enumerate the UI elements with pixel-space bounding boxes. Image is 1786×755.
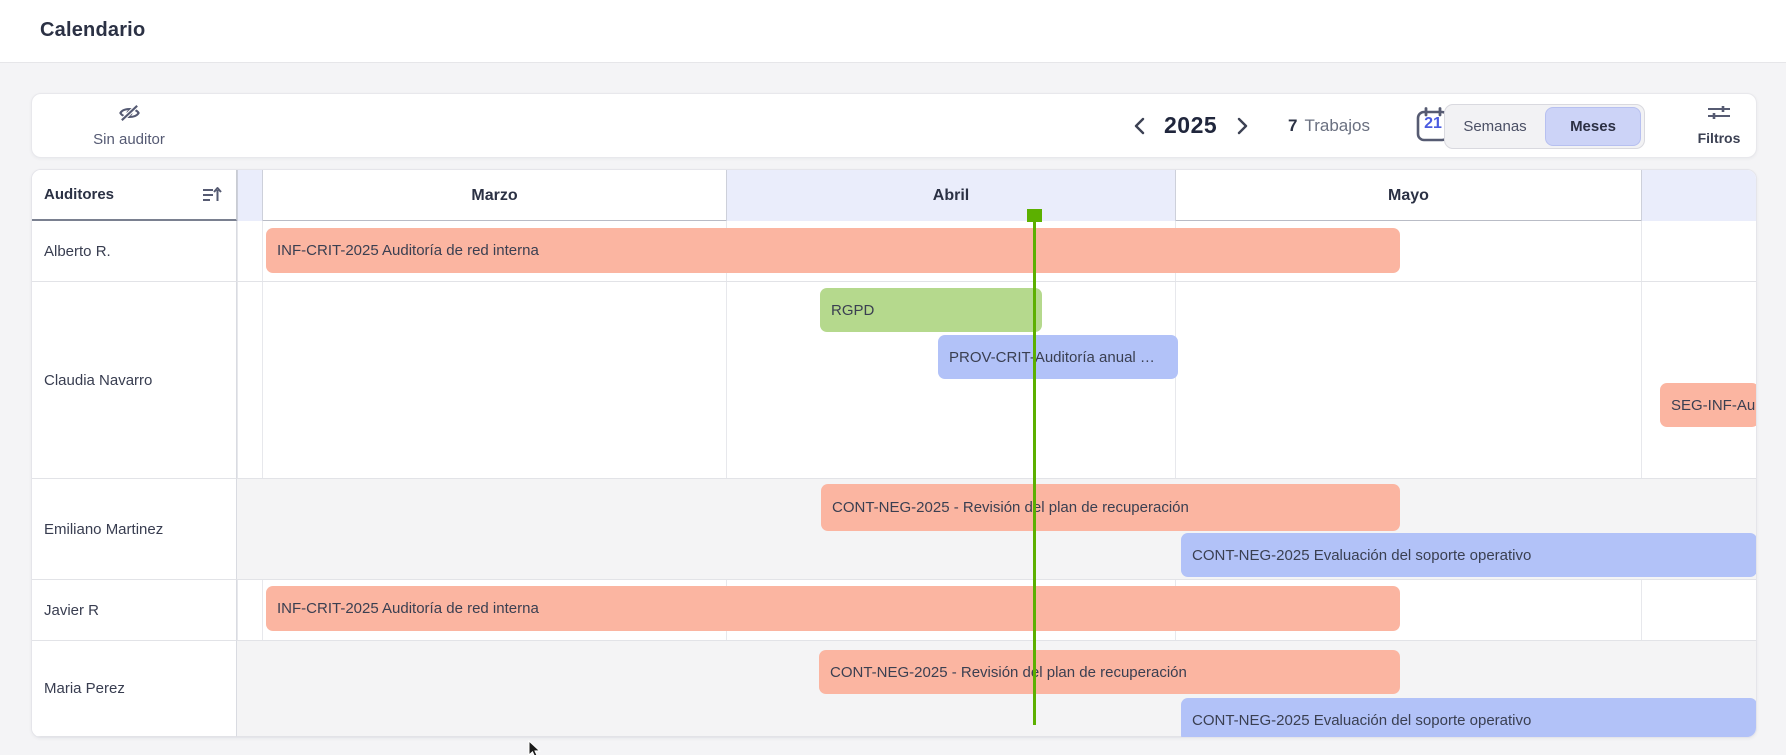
month-header-blank: [237, 170, 262, 221]
previous-year-button[interactable]: [1128, 115, 1150, 137]
page-title: Calendario: [40, 19, 145, 42]
task-bar[interactable]: RGPD: [820, 288, 1042, 332]
task-bar[interactable]: PROV-CRIT-Auditoría anual …: [938, 335, 1178, 379]
task-bar[interactable]: CONT-NEG-2025 - Revisión del plan de rec…: [819, 650, 1400, 694]
task-bar[interactable]: SEG-INF-Au: [1660, 383, 1757, 427]
jobs-counter: 7 Trabajos: [1288, 94, 1370, 157]
task-bar[interactable]: CONT-NEG-2025 Evaluación del soporte ope…: [1181, 698, 1757, 738]
toolbar-card: Sin auditor 2025 7 Trabajos 21 Semanas: [31, 93, 1757, 158]
auditor-row-alberto-r-[interactable]: Alberto R.: [32, 221, 237, 282]
month-header-abril[interactable]: Abril: [726, 170, 1175, 221]
year-label: 2025: [1164, 112, 1217, 139]
sort-icon[interactable]: [202, 186, 222, 203]
mouse-cursor: [528, 740, 541, 755]
auditor-row-emiliano-martinez[interactable]: Emiliano Martinez: [32, 479, 237, 580]
page-header: Calendario: [0, 0, 1786, 63]
jobs-count: 7: [1288, 116, 1297, 136]
filters-button[interactable]: Filtros: [1682, 94, 1756, 157]
no-auditor-toggle[interactable]: Sin auditor: [54, 100, 204, 150]
calendar-page: Calendario Sin auditor 2025: [0, 0, 1786, 755]
view-option-weeks[interactable]: Semanas: [1445, 107, 1545, 146]
auditor-row-maria-perez[interactable]: Maria Perez: [32, 641, 237, 737]
task-bar[interactable]: CONT-NEG-2025 Evaluación del soporte ope…: [1181, 533, 1757, 577]
gantt-card: Auditores MarzoAbrilMayo Alberto R. Claudi…: [31, 169, 1757, 738]
auditor-name: Javier R: [44, 602, 99, 619]
jobs-label: Trabajos: [1304, 116, 1370, 136]
sliders-icon: [1707, 105, 1731, 126]
task-bar[interactable]: CONT-NEG-2025 - Revisión del plan de rec…: [821, 484, 1400, 531]
task-bar[interactable]: INF-CRIT-2025 Auditoría de red interna: [266, 228, 1400, 273]
auditors-header-label: Auditores: [44, 186, 114, 203]
month-header-blank: [1641, 170, 1756, 221]
auditors-header-cell: Auditores: [32, 170, 237, 221]
task-bar[interactable]: INF-CRIT-2025 Auditoría de red interna: [266, 586, 1400, 631]
filters-label: Filtros: [1698, 130, 1741, 146]
auditor-name: Maria Perez: [44, 680, 125, 697]
auditor-name: Emiliano Martinez: [44, 521, 163, 538]
year-navigation: 2025: [1128, 94, 1253, 157]
view-toggle: Semanas Meses: [1444, 104, 1645, 149]
view-option-months[interactable]: Meses: [1545, 107, 1641, 146]
next-year-button[interactable]: [1231, 115, 1253, 137]
month-header-mayo[interactable]: Mayo: [1175, 170, 1641, 221]
auditor-row-claudia-navarro[interactable]: Claudia Navarro: [32, 282, 237, 479]
no-auditor-label: Sin auditor: [93, 131, 165, 148]
month-header-marzo[interactable]: Marzo: [262, 170, 726, 221]
auditor-name: Alberto R.: [44, 243, 111, 260]
eye-off-icon: [118, 103, 141, 128]
auditor-row-javier-r[interactable]: Javier R: [32, 580, 237, 641]
auditor-name: Claudia Navarro: [44, 372, 152, 389]
